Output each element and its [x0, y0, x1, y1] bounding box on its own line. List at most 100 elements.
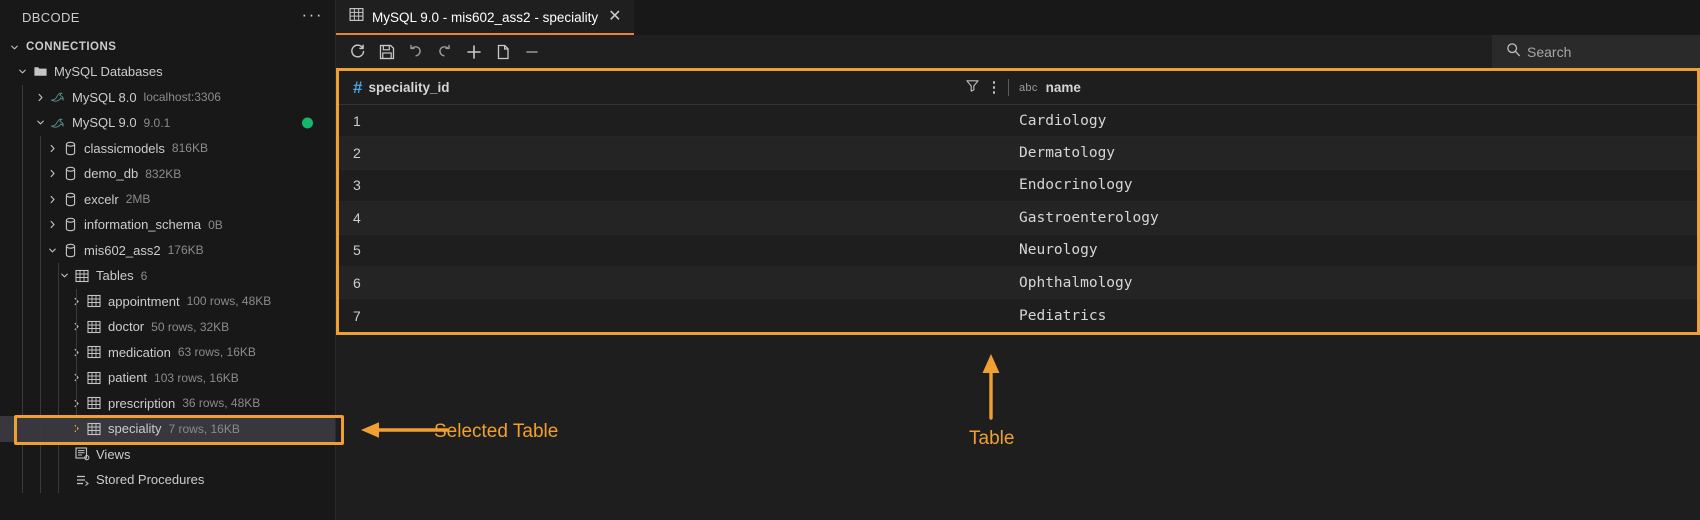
cell-name[interactable]: Neurology [1019, 242, 1697, 258]
tree-folder-mysql-databases[interactable]: MySQL Databases [0, 59, 335, 85]
more-actions-icon[interactable]: ··· [302, 6, 323, 26]
table-row[interactable]: 7 Pediatrics [339, 299, 1697, 332]
tree-table-medication[interactable]: medication 63 rows, 16KB [0, 339, 335, 365]
close-icon[interactable]: ✕ [606, 9, 623, 25]
tab-bar: MySQL 9.0 - mis602_ass2 - speciality ✕ [336, 0, 1700, 35]
cell-speciality-id[interactable]: 5 [339, 242, 1019, 258]
tree-guide [58, 441, 59, 467]
table-row[interactable]: 2 Dermatology [339, 137, 1697, 170]
cell-speciality-id[interactable]: 2 [339, 145, 1019, 161]
cell-speciality-id[interactable]: 1 [339, 113, 1019, 129]
tree-guide [58, 339, 59, 365]
cell-speciality-id[interactable]: 4 [339, 210, 1019, 226]
tab-label: MySQL 9.0 - mis602_ass2 - speciality [372, 9, 599, 25]
tree-group-tables[interactable]: Tables 6 [0, 263, 335, 289]
tree-table-doctor[interactable]: doctor 50 rows, 32KB [0, 314, 335, 340]
table-row[interactable]: 5 Neurology [339, 234, 1697, 267]
table-row[interactable]: 6 Ophthalmology [339, 266, 1697, 300]
views-icon [72, 447, 92, 461]
tree-guide [22, 288, 23, 314]
tree-table-label: doctor [108, 319, 145, 335]
sidebar-header: DBCODE ··· [0, 0, 335, 35]
tree-connection-mysql-90[interactable]: MySQL 9.0 9.0.1 [0, 110, 335, 136]
cell-speciality-id[interactable]: 7 [339, 308, 1019, 324]
tree-group-count: 6 [140, 268, 148, 283]
tree-guide [58, 416, 59, 442]
tree-guide [40, 365, 41, 391]
cell-name[interactable]: Dermatology [1019, 145, 1697, 161]
tree-connection-meta: localhost:3306 [143, 90, 221, 105]
tree-guide [58, 314, 59, 340]
tree-guide [40, 390, 41, 416]
duplicate-row-button[interactable] [489, 39, 516, 64]
table-icon [84, 320, 104, 334]
undo-button[interactable] [402, 39, 429, 64]
column-header-speciality-id[interactable]: # speciality_id [339, 71, 1019, 104]
tree-table-prescription[interactable]: prescription 36 rows, 48KB [0, 390, 335, 416]
cell-speciality-id[interactable]: 6 [339, 275, 1019, 291]
tree-table-patient[interactable]: patient 103 rows, 16KB [0, 365, 335, 391]
cell-name[interactable]: Pediatrics [1019, 308, 1697, 324]
search-box[interactable]: Search [1492, 35, 1700, 68]
cell-speciality-id[interactable]: 3 [339, 177, 1019, 193]
table-annotation-label: Table [969, 428, 1015, 449]
add-row-button[interactable] [460, 39, 487, 64]
tree-database-meta: 2MB [125, 192, 151, 207]
chevron-down-icon [44, 245, 60, 256]
tree-group-stored-procedures[interactable]: Stored Procedures [0, 467, 335, 493]
table-row[interactable]: 4 Gastroenterology [339, 202, 1697, 235]
tree-guide [22, 263, 23, 289]
column-header-name[interactable]: abc name [1019, 71, 1697, 104]
chevron-right-icon [44, 219, 60, 230]
tree-connection-label: MySQL 9.0 [72, 115, 137, 131]
tree-guide [58, 263, 59, 289]
table-arrow [982, 354, 1000, 420]
tree-database-label: classicmodels [84, 140, 165, 156]
tree-database-classicmodels[interactable]: classicmodels 816KB [0, 135, 335, 161]
connections-section-header[interactable]: CONNECTIONS [0, 35, 335, 59]
cell-name[interactable]: Endocrinology [1019, 177, 1697, 193]
tree-group-views[interactable]: Views [0, 441, 335, 467]
tree-guide [58, 390, 59, 416]
tree-database-mis602-ass2[interactable]: mis602_ass2 176KB [0, 237, 335, 263]
cell-name[interactable]: Gastroenterology [1019, 210, 1697, 226]
tab-speciality[interactable]: MySQL 9.0 - mis602_ass2 - speciality ✕ [336, 0, 634, 35]
tree-table-label: prescription [108, 395, 176, 411]
tree-guide [40, 416, 41, 442]
delete-row-button[interactable] [518, 39, 545, 64]
database-icon [60, 217, 80, 232]
table-icon [349, 7, 364, 27]
search-input[interactable]: Search [1527, 44, 1571, 60]
tree-guide [40, 314, 41, 340]
tree-guide [22, 390, 23, 416]
tree-guide [22, 416, 23, 442]
tree-database-excelr[interactable]: excelr 2MB [0, 186, 335, 212]
number-type-icon: # [353, 78, 363, 97]
tree-table-label: appointment [108, 293, 180, 309]
cell-name[interactable]: Ophthalmology [1019, 275, 1697, 291]
table-icon [84, 396, 104, 410]
tree-database-demo-db[interactable]: demo_db 832KB [0, 161, 335, 187]
refresh-button[interactable] [344, 39, 371, 64]
filter-icon[interactable] [965, 78, 980, 98]
tree-database-information-schema[interactable]: information_schema 0B [0, 212, 335, 238]
tree-table-speciality[interactable]: speciality 7 rows, 16KB [0, 416, 335, 442]
tree-table-meta: 50 rows, 32KB [151, 319, 230, 334]
chevron-right-icon [44, 168, 60, 179]
folder-icon [30, 64, 50, 79]
column-menu-icon[interactable] [992, 81, 995, 94]
tree-guide [22, 212, 23, 238]
tree-guide [22, 365, 23, 391]
redo-button[interactable] [431, 39, 458, 64]
tree-connection-mysql-80[interactable]: MySQL 8.0 localhost:3306 [0, 84, 335, 110]
mysql-dolphin-icon [48, 116, 68, 130]
cell-name[interactable]: Cardiology [1019, 113, 1697, 129]
table-row[interactable]: 3 Endocrinology [339, 169, 1697, 203]
save-button[interactable] [373, 39, 400, 64]
stored-procedure-icon [72, 473, 92, 487]
database-icon [60, 141, 80, 156]
table-row[interactable]: 1 Cardiology [339, 105, 1697, 138]
tree-database-label: demo_db [84, 166, 139, 182]
tree-table-meta: 63 rows, 16KB [177, 345, 256, 360]
tree-table-appointment[interactable]: appointment 100 rows, 48KB [0, 288, 335, 314]
